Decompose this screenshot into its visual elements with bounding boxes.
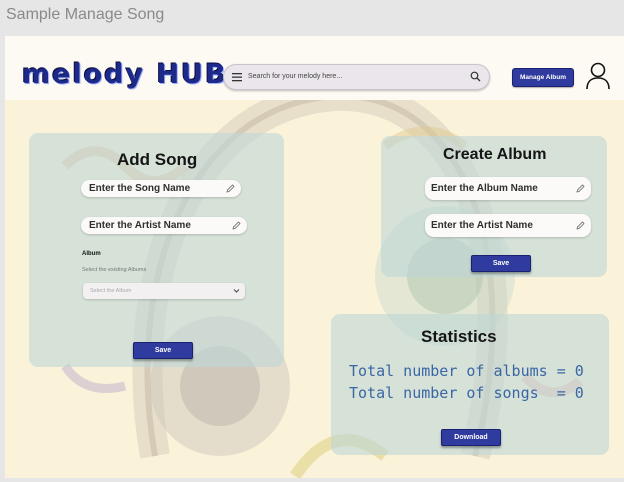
album-label: Album: [82, 251, 101, 257]
brand-logo[interactable]: melody HUB: [22, 59, 228, 91]
song-artist-placeholder: Enter the Artist Name: [89, 220, 191, 231]
total-albums-text: Total number of albums = 0: [349, 362, 584, 380]
total-songs-text: Total number of songs = 0: [349, 384, 584, 402]
pencil-icon: [576, 184, 585, 193]
pencil-icon: [576, 221, 585, 230]
download-button[interactable]: Download: [441, 429, 501, 446]
window-title: Sample Manage Song: [6, 6, 165, 23]
search-input[interactable]: Search for your melody here...: [248, 71, 342, 83]
album-hint: Select the existing Albums: [82, 267, 147, 273]
pencil-icon: [232, 221, 241, 230]
top-navbar: melody HUB Search for your melody here..…: [5, 36, 624, 100]
user-icon[interactable]: [585, 62, 611, 90]
album-artist-placeholder: Enter the Artist Name: [431, 220, 533, 231]
song-name-placeholder: Enter the Song Name: [89, 183, 191, 194]
search-icon[interactable]: [470, 71, 481, 82]
album-artist-field[interactable]: Enter the Artist Name: [425, 214, 591, 237]
add-song-title: Add Song: [117, 150, 198, 169]
app-canvas: melody HUB Search for your melody here..…: [5, 36, 624, 478]
statistics-panel: Statistics Total number of albums = 0 To…: [331, 314, 609, 455]
add-song-panel: Add Song Enter the Song Name Enter the A…: [29, 133, 284, 367]
search-bar[interactable]: Search for your melody here...: [223, 64, 490, 90]
manage-album-button[interactable]: Manage Album: [512, 68, 574, 87]
chevron-down-icon: [233, 289, 240, 293]
song-name-field[interactable]: Enter the Song Name: [81, 180, 241, 197]
song-artist-field[interactable]: Enter the Artist Name: [81, 217, 247, 234]
menu-icon[interactable]: [232, 71, 242, 83]
album-select[interactable]: Select the Album: [83, 283, 245, 299]
create-album-title: Create Album: [443, 146, 547, 163]
pencil-icon: [226, 184, 235, 193]
add-song-save-button[interactable]: Save: [133, 342, 193, 359]
album-name-field[interactable]: Enter the Album Name: [425, 177, 591, 200]
create-album-save-button[interactable]: Save: [471, 255, 531, 272]
create-album-panel: Create Album Enter the Album Name Enter …: [381, 136, 607, 277]
album-select-placeholder: Select the Album: [90, 288, 132, 294]
statistics-title: Statistics: [421, 327, 497, 346]
album-name-placeholder: Enter the Album Name: [431, 183, 538, 194]
